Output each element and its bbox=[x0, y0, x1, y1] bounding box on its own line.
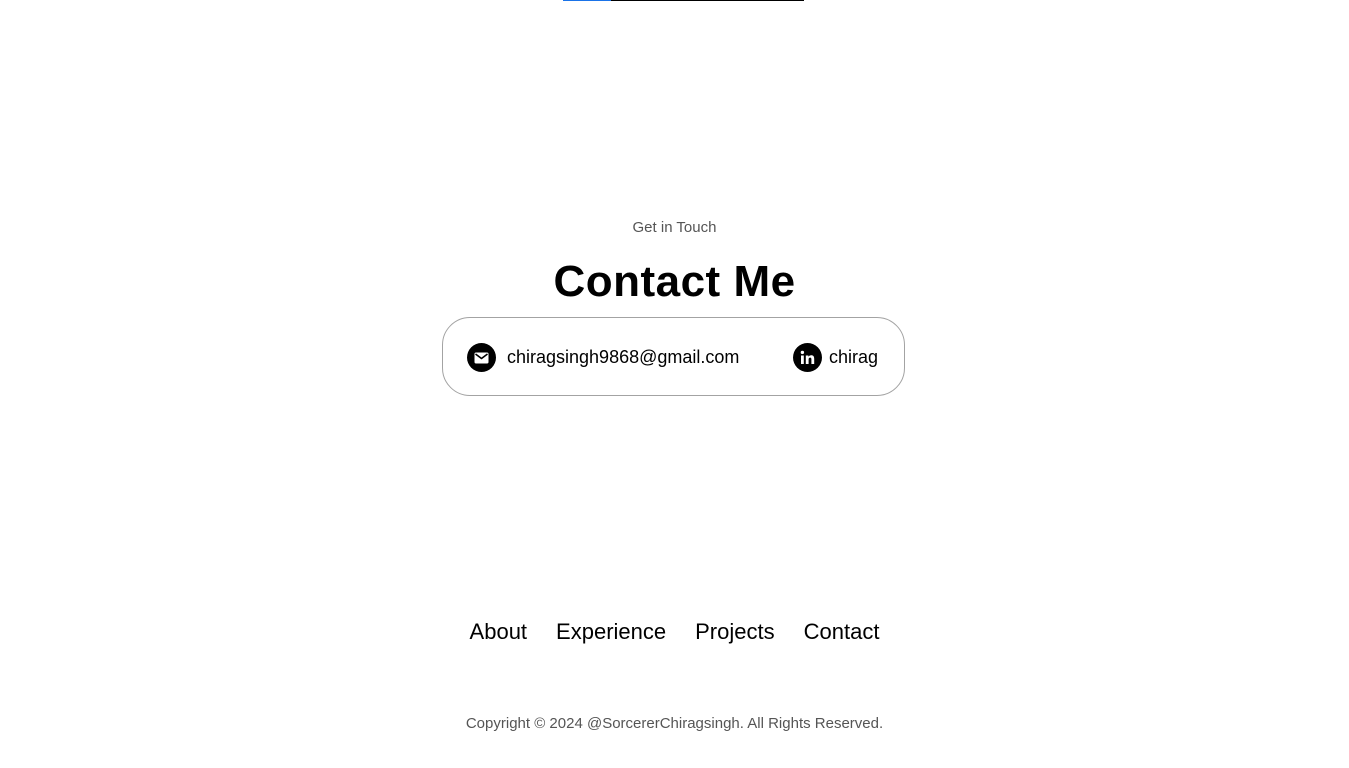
contact-title: Contact Me bbox=[553, 257, 796, 307]
nav-link-experience[interactable]: Experience bbox=[556, 619, 666, 645]
linkedin-link[interactable]: chirag bbox=[793, 343, 878, 372]
contact-subtitle: Get in Touch bbox=[632, 219, 717, 236]
linkedin-icon bbox=[793, 343, 822, 372]
scroll-progress-bar bbox=[563, 0, 804, 1]
mail-icon bbox=[467, 343, 496, 372]
copyright-text: Copyright © 2024 @SorcererChiragsingh. A… bbox=[465, 715, 884, 732]
email-address: chiragsingh9868@gmail.com bbox=[507, 347, 740, 367]
nav-link-about[interactable]: About bbox=[470, 619, 528, 645]
contact-info-container: chiragsingh9868@gmail.com chirag bbox=[442, 317, 905, 396]
footer-nav: About Experience Projects Contact bbox=[0, 619, 1349, 645]
scroll-progress-fill bbox=[563, 0, 612, 1]
linkedin-name: chirag bbox=[829, 347, 879, 367]
nav-link-projects[interactable]: Projects bbox=[695, 619, 774, 645]
email-link[interactable]: chiragsingh9868@gmail.com bbox=[467, 343, 739, 372]
nav-link-contact[interactable]: Contact bbox=[804, 619, 880, 645]
